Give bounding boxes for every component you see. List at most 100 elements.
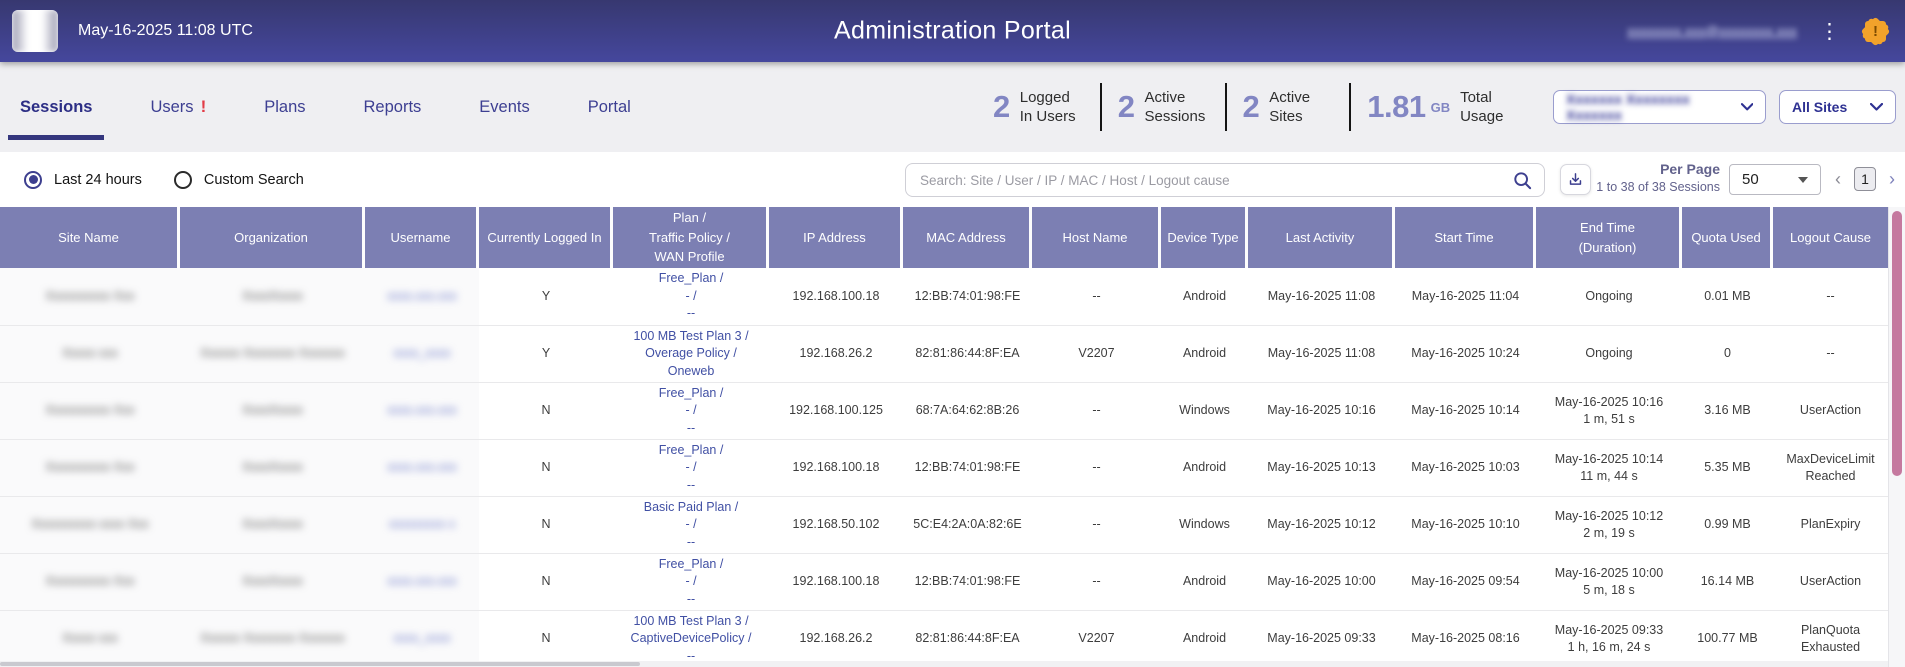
cell-last-activity: May-16-2025 11:08 [1248,268,1395,325]
radio-last-24-hours[interactable]: Last 24 hours [24,171,142,189]
cell-mac-address: 82:81:86:44:8F:EA [903,326,1032,382]
previous-page-button[interactable]: ‹ [1827,167,1849,191]
cell-organization: Xxxxxx Xxxxxxxx Xxxxxxx [180,326,365,382]
kebab-menu-icon[interactable]: ⋮ [1817,21,1842,42]
table-row: Xxxxx xxxXxxxxx Xxxxxxxx Xxxxxxxxxxx_xxx… [0,325,1888,382]
cell-start-time: May-16-2025 08:16 [1395,611,1536,667]
nav-stats-row: Sessions Users! Plans Reports Events Portal 2… [0,62,1905,152]
cell-line: Free_Plan / [659,556,724,574]
column-header-line: Logout Cause [1790,228,1871,248]
tab-plans[interactable]: Plans [264,62,305,152]
cell-username[interactable]: xxxxxxxxx x [365,497,479,553]
cell-username[interactable]: xxxx.xxx.xxx [365,383,479,439]
stat-label: Active Sessions [1145,88,1209,127]
chevron-down-icon [1741,103,1753,111]
cell-line: -- [687,591,695,609]
cell-username[interactable]: xxxx.xxx.xxx [365,440,479,496]
vertical-scrollbar[interactable] [1888,207,1905,667]
cell-last-activity: May-16-2025 10:16 [1248,383,1395,439]
tab-events[interactable]: Events [479,62,529,152]
cell-plan-links[interactable]: 100 MB Test Plan 3 /CaptiveDevicePolicy … [613,611,769,667]
stat-label: Total Usage [1460,88,1524,127]
cell-plan-links[interactable]: Free_Plan /- /-- [613,554,769,610]
search-icon[interactable] [1513,171,1532,190]
column-header-line: End Time [1580,218,1635,238]
cell-mac-address: 12:BB:74:01:98:FE [903,268,1032,325]
tab-reports[interactable]: Reports [364,62,422,152]
cell-ip-address: 192.168.100.125 [769,383,903,439]
cell-device-type: Windows [1161,383,1248,439]
stat-active-sessions: 2 Active Sessions [1100,83,1225,131]
column-header-line: Username [391,228,451,248]
stat-unit: GB [1431,100,1451,115]
redacted-text: Xxxxxxxxxx xxxx Xxx [31,516,148,534]
pagination-info: Per Page 1 to 38 of 38 Sessions [1592,161,1720,194]
redacted-text: Xxxxx xxx [62,630,118,648]
tab-label: Sessions [20,98,92,117]
cell-mac-address: 12:BB:74:01:98:FE [903,554,1032,610]
cell-line: - / [685,459,696,477]
cell-mac-address: 5C:E4:2A:0A:82:6E [903,497,1032,553]
cell-start-time: May-16-2025 09:54 [1395,554,1536,610]
cell-host-name: -- [1032,497,1161,553]
column-header-start_time: Start Time [1395,207,1536,268]
cell-line: 1 m, 51 s [1583,411,1634,429]
cell-site-name: Xxxxxxxxxx Xxx [0,554,180,610]
cell-start-time: May-16-2025 11:04 [1395,268,1536,325]
redacted-text: xxxx.xxx.xxx [387,459,456,477]
column-header-line: Quota Used [1691,228,1760,248]
redacted-text: Xxxxxx Xxxxxxxx Xxxxxxx [200,630,344,648]
cell-plan-links[interactable]: Free_Plan /- /-- [613,383,769,439]
cell-plan-links[interactable]: Basic Paid Plan /- /-- [613,497,769,553]
time-filter-radios: Last 24 hours Custom Search [24,152,304,207]
user-email-link[interactable]: xxxxxxxx.xxx@xxxxxxxx.xxx [1627,24,1797,39]
redacted-text: xxxx.xxx.xxx [387,288,456,306]
organization-selector[interactable]: Xxxxxxx Xxxxxxxx Xxxxxxx [1553,90,1766,124]
stat-value: 1.81 [1367,89,1425,125]
stat-label: Active Sites [1269,88,1333,127]
cell-plan-links[interactable]: Free_Plan /- /-- [613,268,769,325]
cell-username[interactable]: xxxx_xxxx [365,326,479,382]
cell-ip-address: 192.168.26.2 [769,326,903,382]
cell-username[interactable]: xxxx_xxxx [365,611,479,667]
nav-tabs: Sessions Users! Plans Reports Events Portal [20,62,631,152]
download-button[interactable] [1560,164,1591,195]
per-page-select[interactable]: 50 [1729,164,1821,195]
cell-ip-address: 192.168.26.2 [769,611,903,667]
cell-line: 11 m, 44 s [1580,468,1637,486]
current-page-button[interactable]: 1 [1854,167,1876,191]
cell-line: 1 h, 16 m, 24 s [1568,639,1651,657]
cell-currently-logged-in: N [479,611,613,667]
radio-custom-search[interactable]: Custom Search [174,171,304,189]
horizontal-scrollbar[interactable] [0,661,1888,667]
stat-label: Logged In Users [1020,88,1084,127]
cell-currently-logged-in: N [479,554,613,610]
next-page-button[interactable]: › [1881,167,1903,191]
tab-label: Portal [588,98,631,117]
administration-portal-screen: May-16-2025 11:08 UTC Administration Por… [0,0,1905,667]
cell-currently-logged-in: Y [479,326,613,382]
site-selector[interactable]: All Sites [1779,90,1896,124]
cell-last-activity: May-16-2025 10:13 [1248,440,1395,496]
column-header-plan: Plan /Traffic Policy /WAN Profile [613,207,769,268]
cell-line: - / [685,516,696,534]
tab-portal[interactable]: Portal [588,62,631,152]
column-header-end_time: End Time(Duration) [1536,207,1682,268]
cell-line: Overage Policy / [645,345,737,363]
cell-username[interactable]: xxxx.xxx.xxx [365,554,479,610]
tab-sessions[interactable]: Sessions [20,62,92,152]
tab-users[interactable]: Users! [150,62,206,152]
cell-quota-used: 0.01 MB [1682,268,1773,325]
stat-active-sites: 2Active Sites [1225,83,1350,131]
column-header-organization: Organization [180,207,365,268]
cell-username[interactable]: xxxx.xxx.xxx [365,268,479,325]
stat-value: 2 [1118,89,1135,125]
search-input[interactable] [906,173,1513,188]
cell-plan-links[interactable]: 100 MB Test Plan 3 /Overage Policy /Onew… [613,326,769,382]
scrollbar-thumb[interactable] [1892,211,1902,476]
cell-start-time: May-16-2025 10:24 [1395,326,1536,382]
cell-last-activity: May-16-2025 10:00 [1248,554,1395,610]
cell-plan-links[interactable]: Free_Plan /- /-- [613,440,769,496]
scrollbar-thumb[interactable] [0,662,640,666]
alert-badge-icon[interactable]: ! [1862,18,1889,45]
